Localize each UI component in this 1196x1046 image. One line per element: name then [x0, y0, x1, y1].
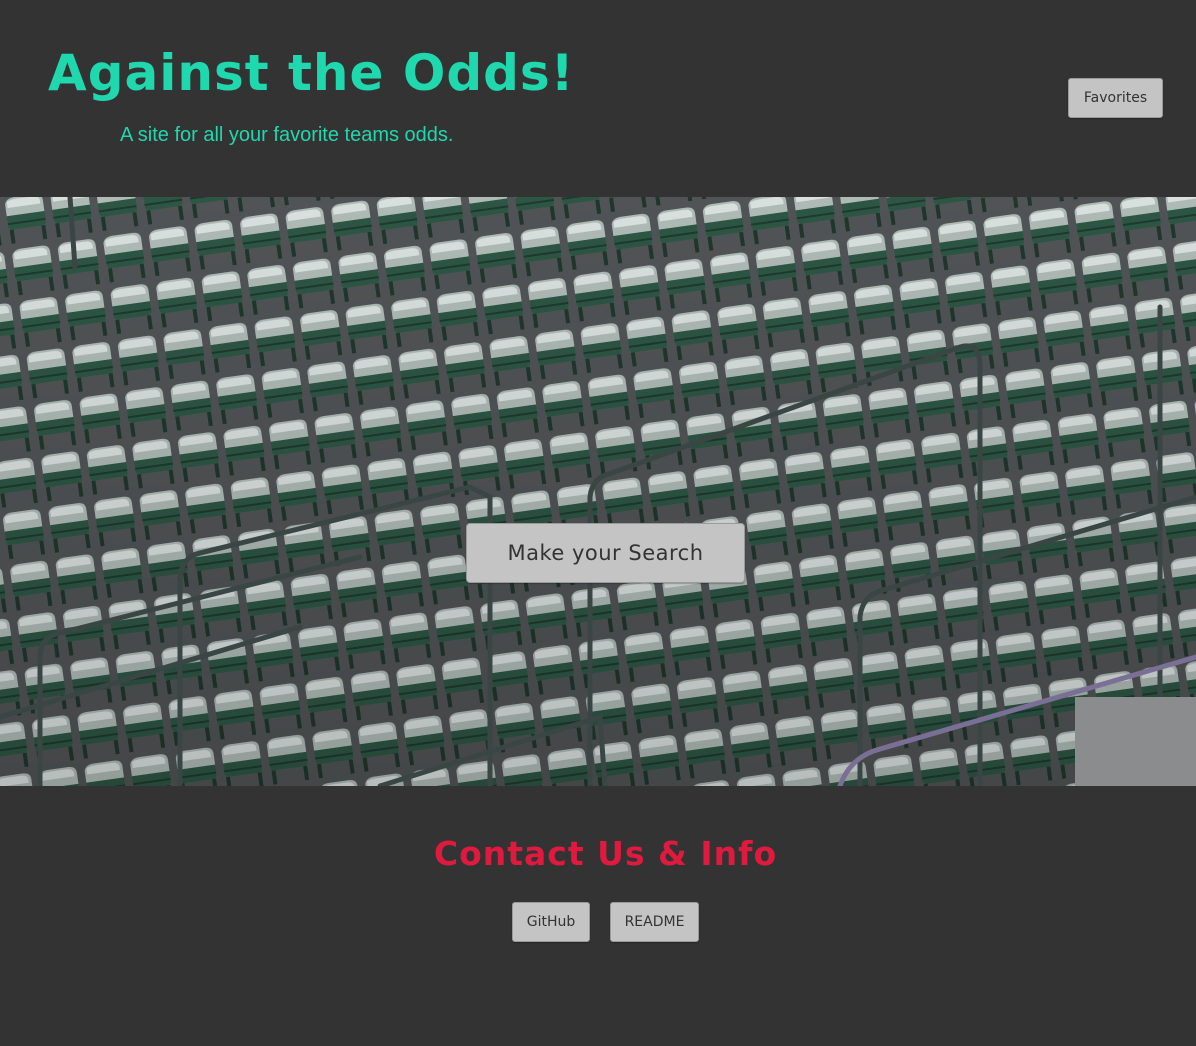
site-footer: Contact Us & Info GitHub README: [0, 786, 1196, 1046]
site-header: Against the Odds! A site for all your fa…: [0, 0, 1196, 197]
stadium-seats-photo: [0, 197, 1196, 786]
github-button[interactable]: GitHub: [512, 902, 590, 942]
site-title: Against the Odds!: [48, 44, 575, 102]
make-search-button[interactable]: Make your Search: [466, 523, 745, 583]
readme-button[interactable]: README: [610, 902, 699, 942]
site-tagline: A site for all your favorite teams odds.: [120, 124, 454, 146]
hero-banner: Make your Search: [0, 197, 1196, 786]
favorites-button[interactable]: Favorites: [1068, 78, 1163, 118]
contact-title: Contact Us & Info: [433, 834, 778, 873]
